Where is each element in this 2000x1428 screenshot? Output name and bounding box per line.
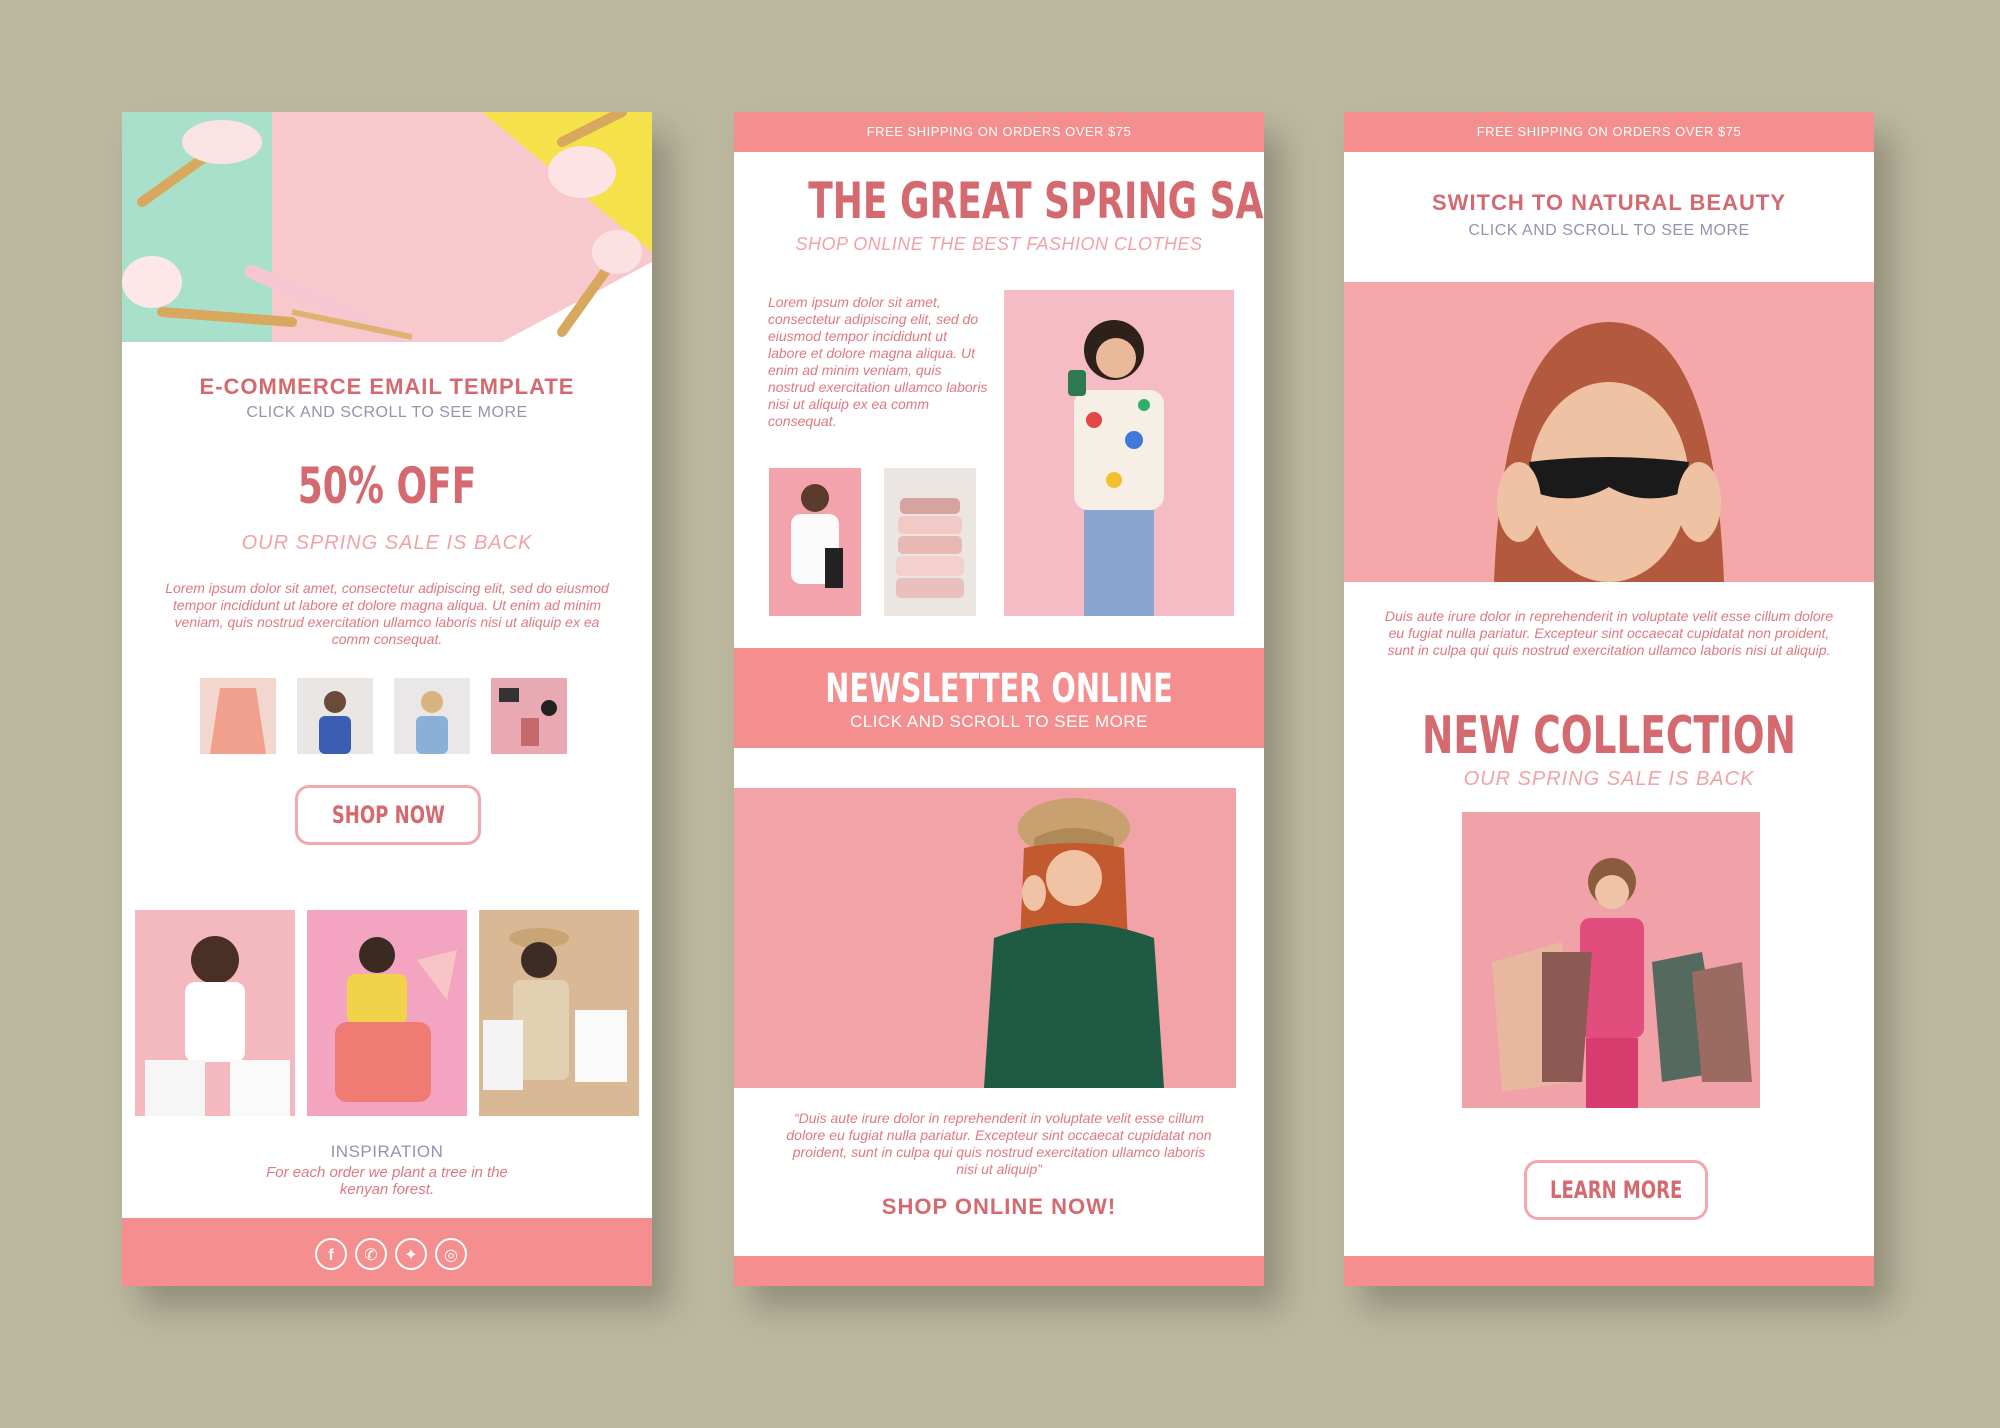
email-template-card-3: FREE SHIPPING ON ORDERS OVER $75 SWITCH … [1344,112,1874,1286]
product-thumbnail-woman-blue[interactable] [297,678,373,754]
newsletter-subtitle: CLICK AND SCROLL TO SEE MORE [849,712,1149,731]
shipping-topbar: FREE SHIPPING ON ORDERS OVER $75 [1344,112,1874,152]
social-footer: f ✆ ✦ ◎ [122,1218,652,1286]
twitter-icon[interactable]: ✦ [395,1238,427,1270]
product-thumbnail-woman-denim[interactable] [394,678,470,754]
hero-photo-woman-sunglasses [1344,282,1874,582]
learn-more-button[interactable]: LEARN MORE [1524,1160,1708,1220]
collection-subtitle: OUR SPRING SALE IS BACK [1463,768,1755,790]
hero-photo-woman-colorful-shirt [1004,290,1234,616]
product-thumbnail-accessories[interactable] [491,678,567,754]
collection-headline: NEW COLLECTION [1422,706,1796,766]
inspiration-photo-bags [479,910,639,1116]
sale-subtitle: SHOP ONLINE THE BEST FASHION CLOTHES [795,234,1203,254]
bottom-bar [1344,1256,1874,1286]
collection-photo-shopping-bags [1462,812,1760,1108]
instagram-icon[interactable]: ◎ [435,1238,467,1270]
shop-online-link[interactable]: SHOP ONLINE NOW! [734,1194,1264,1220]
newsletter-title: NEWSLETTER ONLINE [825,666,1173,712]
template-subtitle: CLICK AND SCROLL TO SEE MORE [246,404,528,421]
discount-headline: 50% OFF [297,457,477,515]
beauty-title: SWITCH TO NATURAL BEAUTY [1432,190,1786,215]
product-thumbnail-dress[interactable] [200,678,276,754]
whatsapp-icon[interactable]: ✆ [355,1238,387,1270]
email-template-card-2: FREE SHIPPING ON ORDERS OVER $75 THE GRE… [734,112,1264,1286]
product-photo-sweaters[interactable] [884,468,976,616]
email-template-card-1: E-COMMERCE EMAIL TEMPLATE CLICK AND SCRO… [122,112,652,1286]
makeup-brushes-photo [122,112,652,342]
discount-subtitle: OUR SPRING SALE IS BACK [241,532,533,554]
inspiration-photo-shopping [135,910,295,1116]
shop-now-button[interactable]: SHOP NOW [295,785,481,845]
beauty-subtitle: CLICK AND SCROLL TO SEE MORE [1468,222,1750,239]
inspiration-title: INSPIRATION [330,1142,444,1161]
template-title: E-COMMERCE EMAIL TEMPLATE [199,374,575,399]
facebook-icon[interactable]: f [315,1238,347,1270]
newsletter-photo-woman-hat [734,788,1236,1088]
sale-body-text: Lorem ipsum dolor sit amet, consectetur … [768,294,988,429]
body-text: Lorem ipsum dolor sit amet, consectetur … [165,580,609,647]
newsletter-banner: NEWSLETTER ONLINE CLICK AND SCROLL TO SE… [734,648,1264,748]
beauty-body-text: Duis aute irure dolor in reprehenderit i… [1384,608,1834,658]
bottom-bar [734,1256,1264,1286]
inspiration-text: For each order we plant a tree in the ke… [266,1164,508,1198]
product-photo-woman-white[interactable] [769,468,861,616]
newsletter-quote: “Duis aute irure dolor in reprehenderit … [786,1110,1212,1177]
inspiration-photo-suitcase [307,910,467,1116]
shipping-topbar: FREE SHIPPING ON ORDERS OVER $75 [734,112,1264,152]
sale-headline: THE GREAT SPRING SALE [808,172,1264,230]
